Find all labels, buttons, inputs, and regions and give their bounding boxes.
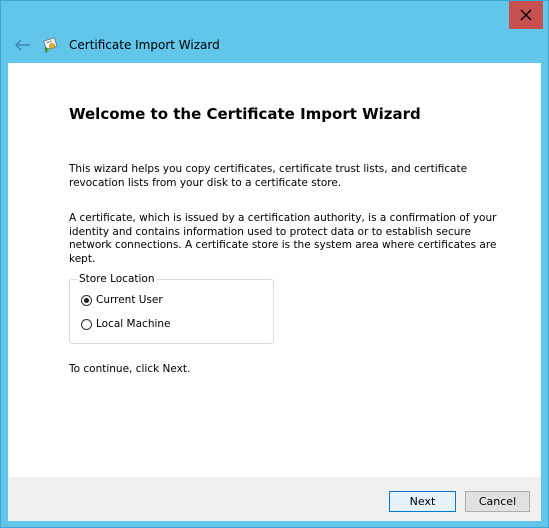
back-arrow-icon [15, 39, 30, 51]
page-heading: Welcome to the Certificate Import Wizard [69, 105, 421, 123]
close-icon [520, 9, 532, 21]
current-user-label: Current User [96, 294, 163, 306]
close-button[interactable] [509, 1, 543, 29]
current-user-option[interactable]: Current User [81, 294, 163, 306]
back-button[interactable] [14, 37, 32, 53]
window-title: Certificate Import Wizard [69, 38, 220, 52]
wizard-footer: Next Cancel [8, 477, 541, 521]
certificate-description: A certificate, which is issued by a cert… [69, 212, 497, 265]
certificate-icon [43, 37, 58, 53]
continue-instruction: To continue, click Next. [69, 363, 191, 375]
next-button[interactable]: Next [389, 491, 456, 512]
intro-paragraph: This wizard helps you copy certificates,… [69, 163, 468, 189]
store-location-label: Store Location [77, 273, 157, 286]
local-machine-option[interactable]: Local Machine [81, 318, 171, 330]
wizard-content: Welcome to the Certificate Import Wizard… [8, 63, 541, 477]
local-machine-radio[interactable] [81, 318, 92, 330]
store-location-group: Store Location Current User Local Machin… [69, 273, 274, 344]
wizard-window: Certificate Import Wizard Welcome to the… [0, 0, 549, 528]
local-machine-label: Local Machine [96, 318, 171, 330]
cancel-button[interactable]: Cancel [465, 491, 530, 512]
current-user-radio[interactable] [81, 294, 92, 306]
